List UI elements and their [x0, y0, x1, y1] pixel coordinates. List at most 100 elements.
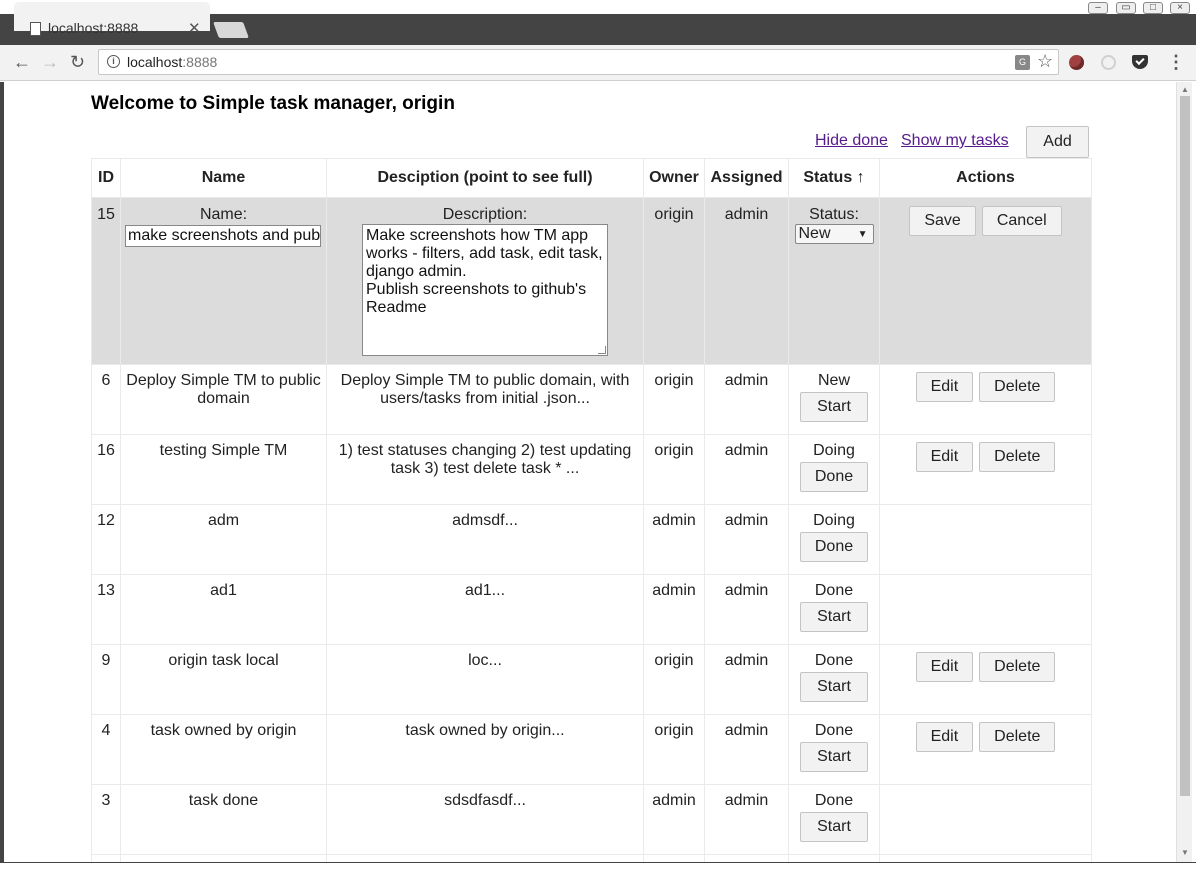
description-textarea[interactable]: Make screenshots how TM app works - filt… — [362, 224, 608, 356]
header-name[interactable]: Name — [120, 158, 327, 198]
task-name: testing Simple TM — [120, 434, 327, 505]
task-name: ad1 — [120, 574, 327, 645]
url-text: localhost:8888 — [127, 54, 218, 70]
edit-button[interactable]: Edit — [915, 722, 974, 752]
status-cell: Doing Done — [788, 434, 880, 505]
status-action-button[interactable]: Done — [800, 532, 868, 562]
status-text: Done — [814, 722, 854, 739]
header-status[interactable]: Status ↑ — [788, 158, 880, 198]
scroll-up-icon[interactable]: ▲ — [1181, 85, 1189, 94]
restore-icon[interactable]: ▭ — [1116, 2, 1136, 14]
delete-button[interactable]: Delete — [979, 722, 1056, 752]
status-cell: Done Start — [788, 714, 880, 785]
task-assigned: admin — [704, 644, 789, 715]
edit-button[interactable]: Edit — [915, 372, 974, 402]
table-row: 9 origin task local loc... origin admin Done S… — [91, 644, 1092, 715]
task-assigned: admin — [704, 574, 789, 645]
header-owner[interactable]: Owner — [643, 158, 705, 198]
table-row: 4 task owned by origin task owned by origi… — [91, 714, 1092, 785]
menu-icon[interactable]: ⋮ — [1167, 52, 1185, 73]
task-description[interactable]: Deploy Simple TM to public domain, with … — [326, 364, 644, 435]
task-name: origin task local — [120, 644, 327, 715]
status-action-button[interactable]: Start — [800, 392, 868, 422]
status-select-value: New — [798, 225, 831, 242]
save-button[interactable]: Save — [909, 206, 976, 236]
task-description[interactable]: loc... — [326, 644, 644, 715]
reload-icon[interactable]: ↻ — [70, 51, 85, 73]
page-title: Welcome to Simple task manager, origin — [91, 93, 455, 114]
header-description[interactable]: Desciption (point to see full) — [326, 158, 644, 198]
status-action-button[interactable]: Start — [800, 672, 868, 702]
task-owner: origin — [643, 714, 705, 785]
actions-cell: Save Cancel — [879, 197, 1092, 365]
new-tab-button[interactable] — [213, 22, 249, 38]
show-my-tasks-link[interactable]: Show my tasks — [901, 132, 1009, 150]
cancel-button[interactable]: Cancel — [981, 206, 1062, 236]
name-label: Name: — [199, 206, 248, 223]
hide-done-link[interactable]: Hide done — [815, 132, 888, 150]
task-description[interactable]: ad1... — [326, 574, 644, 645]
task-id: 9 — [91, 644, 121, 715]
table-header-row: ID Name Desciption (point to see full) O… — [91, 158, 1092, 198]
add-task-button[interactable]: Add — [1026, 126, 1089, 158]
edit-button[interactable]: Edit — [915, 442, 974, 472]
name-input[interactable]: make screenshots and pub — [125, 225, 321, 247]
table-row: 16 testing Simple TM 1) test statuses chan… — [91, 434, 1092, 505]
delete-button[interactable]: Delete — [979, 652, 1056, 682]
edit-button[interactable]: Edit — [915, 652, 974, 682]
task-assigned: admin — [704, 784, 789, 855]
close-window-icon[interactable]: × — [1170, 2, 1190, 14]
task-assigned: admin — [704, 197, 789, 365]
forward-icon[interactable]: → — [41, 51, 59, 73]
task-description[interactable]: task owned by origin... — [326, 714, 644, 785]
info-icon[interactable]: i — [107, 55, 120, 68]
status-action-button[interactable]: Start — [800, 812, 868, 842]
status-text: Done — [814, 792, 854, 809]
task-description[interactable]: sdsdfasdf... — [326, 784, 644, 855]
task-name: adm — [120, 504, 327, 575]
task-name: task owned by origin — [120, 714, 327, 785]
task-owner: admin — [643, 504, 705, 575]
scroll-down-icon[interactable]: ▼ — [1181, 848, 1189, 857]
scrollbar-thumb[interactable] — [1180, 96, 1190, 796]
task-id: 13 — [91, 574, 121, 645]
back-icon[interactable]: ← — [13, 51, 31, 73]
task-id: 16 — [91, 434, 121, 505]
delete-button[interactable]: Delete — [979, 442, 1056, 472]
status-action-button[interactable]: Done — [800, 462, 868, 492]
header-id[interactable]: ID — [91, 158, 121, 198]
resize-handle-icon[interactable] — [598, 346, 606, 354]
bookmark-star-icon[interactable]: ☆ — [1037, 51, 1053, 72]
status-action-button[interactable]: Start — [800, 742, 868, 772]
task-owner: origin — [643, 197, 705, 365]
task-description[interactable]: admsdf... — [326, 504, 644, 575]
status-action-button[interactable]: Start — [800, 602, 868, 632]
extension-icon[interactable] — [1101, 55, 1116, 70]
status-select[interactable]: New ▼ — [794, 224, 874, 244]
task-id: 15 — [91, 197, 121, 365]
task-assigned: admin — [704, 434, 789, 505]
task-id: 4 — [91, 714, 121, 785]
translate-icon[interactable]: G — [1015, 55, 1030, 70]
delete-button[interactable]: Delete — [979, 372, 1056, 402]
close-tab-icon[interactable]: ✕ — [188, 19, 201, 37]
extension-icon[interactable] — [1069, 55, 1084, 70]
status-cell: Done Start — [788, 574, 880, 645]
description-line: Readme — [366, 299, 427, 316]
description-line: Make screenshots how TM app — [366, 227, 589, 244]
task-description[interactable]: 1) test statuses changing 2) test updati… — [326, 434, 644, 505]
actions-cell: Edit Delete — [879, 714, 1092, 785]
edit-task-row: 15 Name: make screenshots and pub Descri… — [91, 197, 1092, 365]
status-label: Status: — [809, 206, 859, 223]
maximize-icon[interactable]: □ — [1143, 2, 1163, 14]
status-text: Doing — [813, 512, 855, 529]
task-owner: origin — [643, 644, 705, 715]
address-bar[interactable]: i localhost:8888 G ☆ — [98, 49, 1059, 75]
header-assigned[interactable]: Assigned — [704, 158, 789, 198]
status-text: New — [817, 372, 850, 389]
page-scrollbar[interactable]: ▲ ▼ — [1176, 82, 1192, 862]
description-line: django admin. — [366, 263, 467, 280]
minimize-icon[interactable]: – — [1088, 2, 1108, 14]
task-assigned: admin — [704, 714, 789, 785]
status-cell: Done Start — [788, 644, 880, 715]
